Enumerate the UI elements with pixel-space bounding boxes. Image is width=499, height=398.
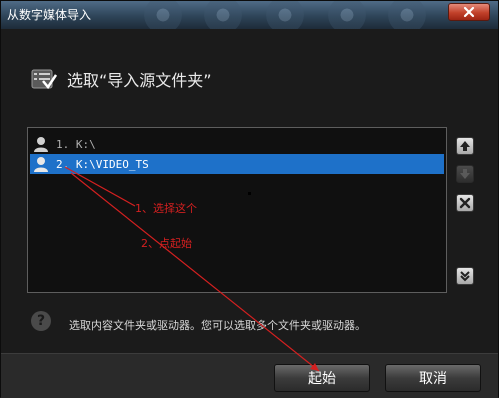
import-dialog: 从数字媒体导入 选取“导入源文件夹” 1. K:\ 2. K:\VIDEO_TS… [0, 0, 499, 398]
annotation-arrow-1 [64, 166, 136, 207]
annotation-overlay [64, 166, 320, 372]
annotation-step1: 1、选择这个 [135, 202, 197, 215]
annotation-step2: 2、点起始 [141, 237, 192, 250]
